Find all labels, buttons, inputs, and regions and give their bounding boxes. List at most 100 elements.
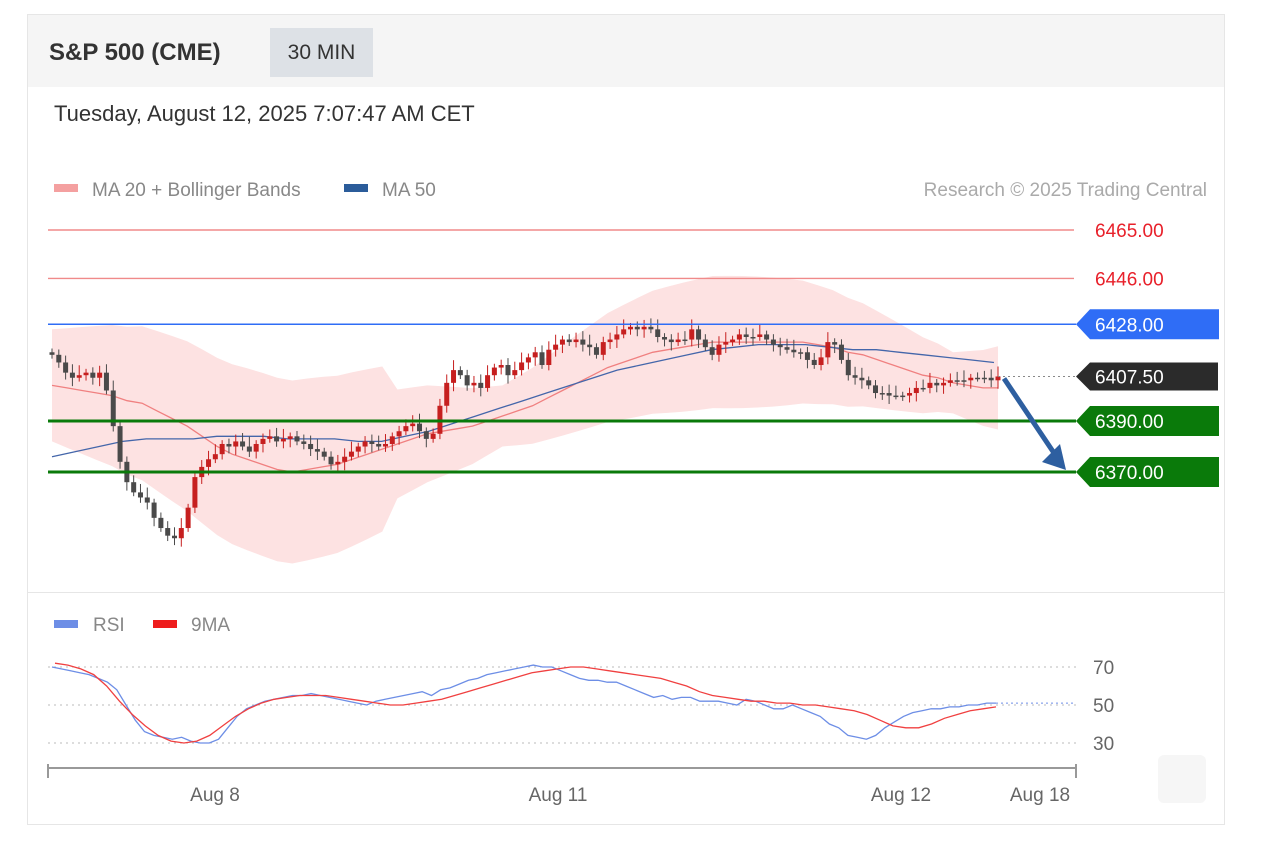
- candle-body: [498, 365, 504, 368]
- candle-body: [784, 347, 790, 350]
- candle-body: [546, 349, 552, 366]
- candle-body: [335, 461, 341, 465]
- candle-body: [798, 352, 804, 354]
- candle-body: [648, 326, 654, 330]
- candle-body: [403, 426, 409, 432]
- candle-body: [614, 334, 620, 340]
- candle-body: [321, 451, 327, 457]
- candle-body: [430, 433, 436, 439]
- rsi-plot: 70 50 30: [48, 658, 1114, 755]
- candle-body: [172, 535, 178, 539]
- ma20-legend-swatch: [54, 184, 78, 192]
- candle-body: [451, 370, 457, 383]
- candle-body: [764, 334, 770, 340]
- candle-body: [226, 443, 232, 447]
- candle-body: [355, 446, 361, 452]
- last-price-label: 6407.50: [1095, 367, 1164, 388]
- candle-body: [151, 502, 157, 518]
- candle-body: [702, 339, 708, 348]
- candle-body: [961, 380, 967, 382]
- candle-body: [185, 507, 191, 529]
- candle-body: [716, 344, 722, 355]
- rsi-ma-legend-swatch: [153, 620, 177, 628]
- candle-body: [382, 443, 388, 447]
- candle-body: [417, 423, 423, 432]
- candle-body: [934, 382, 940, 386]
- candle-body: [260, 438, 266, 444]
- rsi-legend-label: RSI: [93, 615, 125, 636]
- candle-body: [512, 370, 518, 376]
- research-credit: Research © 2025 Trading Central: [924, 180, 1207, 201]
- candle-body: [566, 339, 572, 343]
- candle-body: [662, 336, 668, 340]
- candle-body: [859, 377, 865, 381]
- candle-body: [682, 339, 688, 342]
- time-axis: Aug 8 Aug 11 Aug 12 Aug 18: [47, 764, 1077, 806]
- candle-body: [137, 492, 143, 498]
- rsi-tick-label: 30: [1093, 734, 1114, 755]
- candle-body: [757, 334, 763, 337]
- candle-body: [866, 380, 872, 386]
- candle-body: [328, 456, 334, 465]
- candle-body: [723, 342, 729, 345]
- candle-body: [988, 377, 994, 381]
- x-tick-label: Aug 18: [1010, 785, 1070, 806]
- candle-body: [444, 382, 450, 406]
- x-tick-label: Aug 11: [529, 785, 588, 806]
- candle-body: [593, 347, 599, 355]
- candle-body: [69, 372, 75, 378]
- candle-body: [253, 443, 259, 452]
- candle-body: [736, 334, 742, 340]
- rsi-line: [51, 664, 996, 744]
- candle-body: [301, 441, 307, 444]
- x-tick-label: Aug 8: [190, 785, 240, 806]
- candle-body: [621, 329, 627, 335]
- candle-body: [750, 336, 756, 339]
- rsi-ma-legend-label: 9MA: [191, 615, 230, 636]
- candle-body: [165, 528, 171, 536]
- candle-body: [968, 377, 974, 381]
- candle-body: [212, 454, 218, 460]
- candle-body: [777, 344, 783, 348]
- candle-body: [811, 359, 817, 366]
- candle-body: [464, 375, 470, 386]
- candle-body: [689, 329, 695, 340]
- candle-body: [505, 365, 511, 376]
- candle-body: [56, 354, 62, 363]
- candle-body: [920, 387, 926, 390]
- candle-body: [348, 451, 354, 457]
- candle-body: [267, 436, 273, 439]
- candle-body: [900, 395, 906, 398]
- candle-body: [240, 441, 246, 447]
- candle-body: [627, 326, 633, 330]
- candle-body: [587, 344, 593, 348]
- candle-body: [804, 352, 810, 360]
- candle-body: [369, 441, 375, 444]
- candle-body: [838, 344, 844, 360]
- candle-body: [879, 393, 885, 395]
- candle-body: [423, 431, 429, 439]
- candle-body: [907, 393, 913, 396]
- candle-body: [49, 352, 55, 355]
- rsi-ma-line: [54, 662, 997, 744]
- candle-body: [389, 436, 395, 444]
- candle-body: [246, 446, 252, 452]
- candle-body: [954, 380, 960, 382]
- candle-body: [607, 339, 613, 343]
- forecast-arrow-shaft: [1001, 377, 1059, 458]
- candle-body: [491, 367, 497, 376]
- chart-canvas: MA 20 + Bollinger Bands MA 50 Research ©…: [47, 180, 1219, 806]
- candle-body: [206, 459, 212, 467]
- candle-body: [743, 334, 749, 337]
- candle-body: [580, 339, 586, 345]
- candle-body: [641, 326, 647, 330]
- x-tick-label: Aug 12: [871, 785, 931, 806]
- candle-body: [280, 438, 286, 442]
- candle-body: [947, 380, 953, 383]
- candle-body: [770, 339, 776, 345]
- candle-body: [696, 329, 702, 340]
- candle-body: [825, 342, 831, 358]
- candle-body: [219, 443, 225, 455]
- candle-body: [872, 385, 878, 394]
- candle-body: [600, 342, 606, 355]
